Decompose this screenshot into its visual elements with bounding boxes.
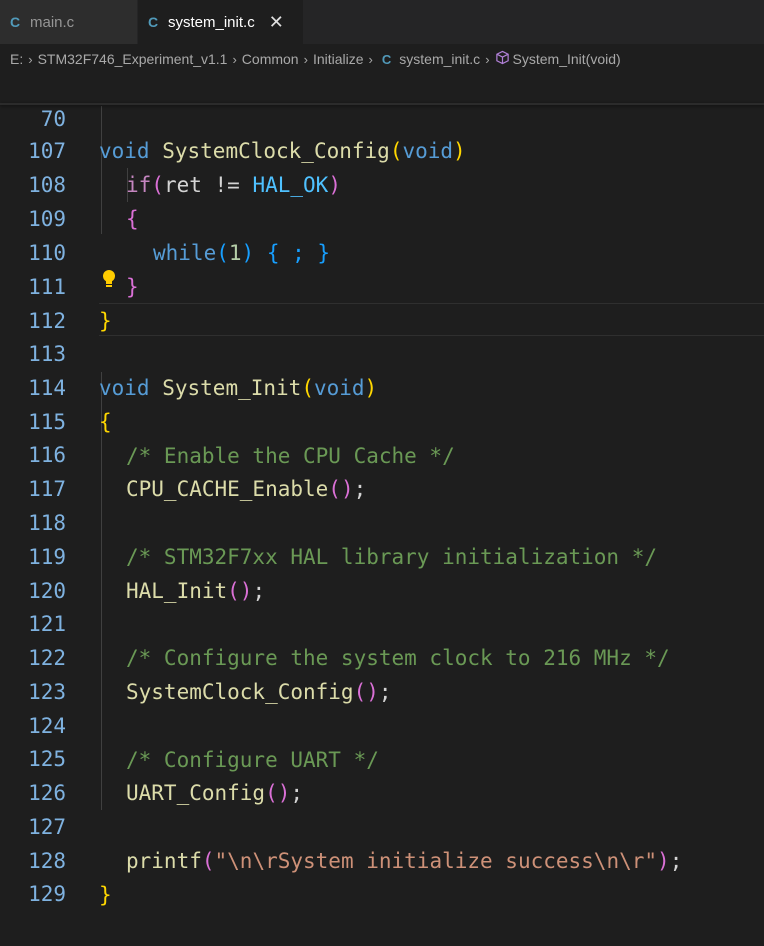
code-line: 121 /* Configure the system clock to 216… — [0, 573, 764, 670]
code-line: 115 /* Enable the CPU Cache */ — [0, 371, 764, 468]
chevron-right-icon: › — [368, 51, 373, 67]
code-line: 119 HAL_Init(); — [0, 506, 764, 603]
breadcrumb: E: › STM32F746_Experiment_v1.1 › Common … — [0, 44, 764, 74]
line-number: 129 — [28, 882, 66, 906]
code-line: 109 while(1) { ; } — [0, 168, 764, 265]
code-text: } — [99, 883, 112, 907]
tab-label: main.c — [30, 13, 75, 31]
breadcrumb-folder[interactable]: Initialize — [313, 51, 364, 67]
symbol-method-icon — [495, 50, 510, 69]
c-file-icon: C — [9, 14, 21, 30]
code-line: 107 if(ret != HAL_OK) — [0, 100, 764, 197]
code-line: 117 — [0, 438, 764, 501]
line-number: 70 — [40, 107, 66, 131]
code-line: 120 — [0, 540, 764, 603]
code-text: void SystemClock_Config(void) — [99, 139, 466, 163]
code-line: 118 /* STM32F7xx HAL library initializat… — [0, 472, 764, 569]
code-line: 123 — [0, 641, 764, 704]
breadcrumb-drive[interactable]: E: — [10, 51, 23, 67]
c-file-icon: C — [381, 51, 392, 67]
tab-main-c[interactable]: C main.c — [0, 0, 138, 44]
breadcrumb-folder[interactable]: Common — [242, 51, 299, 67]
code-line: 122 SystemClock_Config(); — [0, 607, 764, 704]
chevron-right-icon: › — [485, 51, 490, 67]
code-line: 127 printf("\n\rSystem initialize succes… — [0, 776, 764, 873]
code-line: 114 { — [0, 337, 764, 434]
tab-system-init-c[interactable]: C system_init.c ✕ — [138, 0, 304, 44]
sticky-scroll-shadow — [0, 103, 764, 105]
breadcrumb-symbol[interactable]: System_Init(void) — [513, 51, 621, 67]
code-line: 124 /* Configure UART */ — [0, 675, 764, 772]
code-line: 125 UART_Config(); — [0, 708, 764, 805]
c-file-icon: C — [147, 14, 159, 30]
breadcrumb-folder[interactable]: STM32F746_Experiment_v1.1 — [38, 51, 228, 67]
code-editor[interactable]: 107 if(ret != HAL_OK) 108 { 109 while(1)… — [0, 71, 764, 907]
code-line: 116 CPU_CACHE_Enable(); — [0, 404, 764, 501]
lightbulb-icon[interactable] — [101, 269, 117, 289]
close-icon[interactable]: ✕ — [269, 12, 284, 33]
code-line: 110 } — [0, 202, 764, 299]
chevron-right-icon: › — [232, 51, 237, 67]
sticky-scroll-line[interactable]: 70 void SystemClock_Config(void) — [0, 71, 764, 163]
code-line: 126 — [0, 742, 764, 805]
chevron-right-icon: › — [28, 51, 33, 67]
code-line: 111 } — [0, 236, 764, 333]
code-line: 113 void System_Init(void) — [0, 303, 764, 400]
code-line: 129 — [0, 843, 764, 906]
code-line: 128 } — [0, 810, 764, 907]
tab-bar: C main.c C system_init.c ✕ — [0, 0, 764, 44]
chevron-right-icon: › — [303, 51, 308, 67]
breadcrumb-file[interactable]: system_init.c — [399, 51, 480, 67]
tab-label: system_init.c — [168, 13, 255, 31]
